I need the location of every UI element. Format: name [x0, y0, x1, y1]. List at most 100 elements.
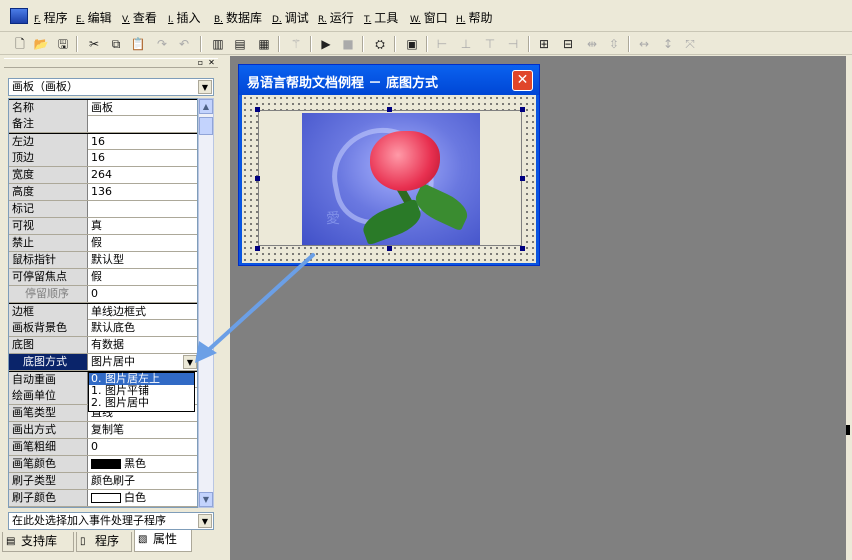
property-value[interactable]: 黑色	[89, 456, 197, 472]
layout-full-icon[interactable]: ▦	[256, 36, 272, 52]
property-row[interactable]: 画板背景色 默认底色	[9, 320, 197, 337]
layout-left-icon[interactable]: ▥	[210, 36, 226, 52]
property-row[interactable]: 底图方式 图片居中 ▼	[9, 354, 197, 371]
restore-icon[interactable]: ▫	[196, 58, 205, 67]
property-value[interactable]: 白色	[89, 490, 197, 506]
property-value[interactable]: 真	[89, 218, 197, 234]
property-row[interactable]: 高度 136	[9, 184, 197, 201]
tab-program[interactable]: ▯ 程序	[76, 532, 132, 552]
property-value[interactable]	[89, 201, 197, 217]
property-row[interactable]: 可视真	[9, 218, 197, 235]
property-row[interactable]: 顶边 16	[9, 150, 197, 167]
drawing-board[interactable]: 愛	[258, 110, 522, 246]
resize-handle[interactable]	[255, 107, 260, 112]
align-top-icon[interactable]: ⊤	[482, 36, 498, 52]
center-vertical-icon[interactable]: ⊟	[560, 36, 576, 52]
space-vertical-icon[interactable]: ⇳	[606, 36, 622, 52]
cut-icon[interactable]: ✂	[86, 36, 102, 52]
property-row[interactable]: 可停留焦点假	[9, 269, 197, 286]
panel-grip[interactable]	[4, 58, 218, 68]
property-value[interactable]: 假	[89, 269, 197, 285]
property-value[interactable]: 默认型	[89, 252, 197, 268]
menu-help[interactable]: H. 帮助	[456, 9, 493, 26]
property-value[interactable]: 264	[89, 167, 197, 183]
property-row[interactable]: 标记	[9, 201, 197, 218]
same-height-icon[interactable]: ↕	[660, 36, 676, 52]
menu-run[interactable]: R. 运行	[318, 9, 354, 26]
menu-tools[interactable]: T. 工具	[364, 9, 398, 26]
close-icon[interactable]: ✕	[207, 58, 216, 67]
debug-tool-icon[interactable]: ⛭	[372, 36, 388, 52]
property-row[interactable]: 宽度 264	[9, 167, 197, 184]
menu-debug[interactable]: D. 调试	[272, 9, 309, 26]
space-horizontal-icon[interactable]: ⇹	[584, 36, 600, 52]
property-value[interactable]: 单线边框式	[89, 304, 197, 320]
save-icon[interactable]: 🖫	[55, 36, 71, 52]
run-icon[interactable]: ▶	[318, 36, 334, 52]
resize-handle[interactable]	[520, 107, 525, 112]
form-window[interactable]: 易语言帮助文档例程 － 底图方式 ✕ 愛	[238, 64, 540, 266]
paste-icon[interactable]: 📋	[130, 36, 146, 52]
property-value[interactable]: 136	[89, 184, 197, 200]
property-value[interactable]: 图片居中	[89, 354, 197, 370]
scroll-thumb[interactable]	[199, 117, 213, 135]
align-left-icon[interactable]: ⊢	[434, 36, 450, 52]
property-value[interactable]: 假	[89, 235, 197, 251]
center-horizontal-icon[interactable]: ⊞	[536, 36, 552, 52]
dropdown-option[interactable]: 2. 图片居中	[89, 397, 194, 409]
property-value[interactable]: 颜色刷子	[89, 473, 197, 489]
align-center-icon[interactable]: ⊥	[458, 36, 474, 52]
property-row[interactable]: 鼠标指针 默认型	[9, 252, 197, 269]
same-width-icon[interactable]: ↔	[636, 36, 652, 52]
property-row[interactable]: 禁止假	[9, 235, 197, 252]
copy-icon[interactable]: ⧉	[108, 36, 124, 52]
property-row[interactable]: 刷子颜色 白色	[9, 490, 197, 507]
redo-icon[interactable]: ↷	[154, 36, 170, 52]
property-value[interactable]: 有数据	[89, 337, 197, 353]
resize-handle[interactable]	[387, 246, 392, 251]
event-selector[interactable]: 在此处选择加入事件处理子程序 ▼	[8, 512, 214, 530]
tab-support-library[interactable]: ▤ 支持库	[2, 532, 74, 552]
tab-properties[interactable]: ▧ 属性	[134, 530, 192, 552]
property-value[interactable]: 0	[89, 439, 197, 455]
undo-icon[interactable]: ↶	[176, 36, 192, 52]
property-row[interactable]: 画笔粗细 0	[9, 439, 197, 456]
scroll-up-icon[interactable]: ▲	[199, 99, 213, 114]
resize-handle[interactable]	[520, 176, 525, 181]
property-row[interactable]: 底图 有数据	[9, 337, 197, 354]
property-row[interactable]: 停留顺序 0	[9, 286, 197, 303]
property-row[interactable]: 刷子类型 颜色刷子	[9, 473, 197, 490]
same-size-icon[interactable]: ⤧	[682, 36, 698, 52]
property-row[interactable]: 名称 画板	[9, 99, 197, 116]
property-value[interactable]: 0	[89, 286, 197, 302]
object-selector[interactable]: 画板（画板） ▼	[8, 78, 214, 96]
align-bottom-icon[interactable]: ⊣	[505, 36, 521, 52]
form-client-area[interactable]: 愛	[242, 95, 536, 263]
menu-insert[interactable]: I. 插入	[168, 9, 201, 26]
property-row[interactable]: 备注	[9, 116, 197, 133]
close-button[interactable]: ✕	[512, 70, 533, 91]
resize-handle[interactable]	[520, 246, 525, 251]
property-value[interactable]: 默认底色	[89, 320, 197, 336]
property-row[interactable]: 画笔颜色 黑色	[9, 456, 197, 473]
property-value[interactable]: 16	[89, 134, 197, 150]
property-value[interactable]: 画板	[89, 100, 197, 116]
chevron-down-icon[interactable]: ▼	[198, 514, 212, 528]
menu-edit[interactable]: E. 编辑	[76, 9, 112, 26]
chevron-down-icon[interactable]: ▼	[198, 80, 212, 94]
layout-bottom-icon[interactable]: ▤	[232, 36, 248, 52]
stop-icon[interactable]: ■	[340, 36, 356, 52]
property-row[interactable]: 左边 16	[9, 133, 197, 150]
property-row[interactable]: 边框 单线边框式	[9, 303, 197, 320]
menu-database[interactable]: B. 数据库	[214, 9, 262, 26]
menu-window[interactable]: W. 窗口	[410, 9, 448, 26]
resize-handle[interactable]	[255, 176, 260, 181]
property-row[interactable]: 画出方式 复制笔	[9, 422, 197, 439]
property-value[interactable]: 复制笔	[89, 422, 197, 438]
menu-program[interactable]: F. 程序	[34, 9, 68, 26]
menu-view[interactable]: V. 查看	[122, 9, 157, 26]
magic-wand-icon[interactable]: ⚚	[288, 36, 304, 52]
open-folder-icon[interactable]: 📂	[33, 36, 49, 52]
form-icon[interactable]: ▣	[404, 36, 420, 52]
property-value[interactable]: 16	[89, 150, 197, 166]
